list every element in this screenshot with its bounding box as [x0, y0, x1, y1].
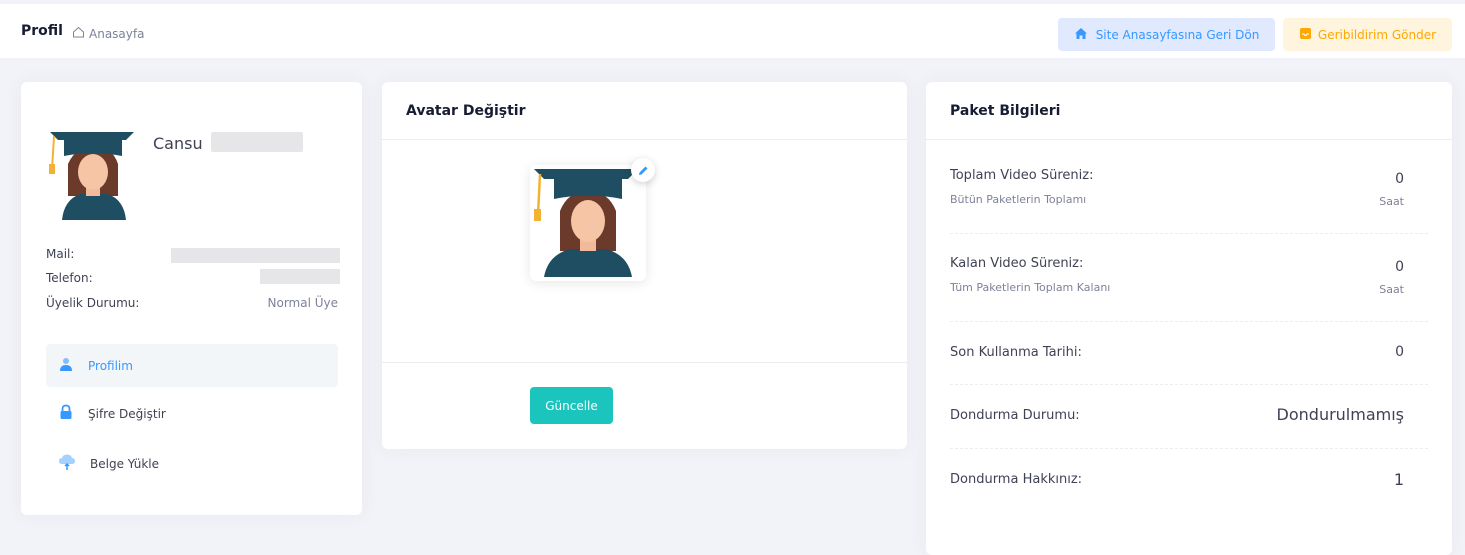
- page-title: Profil: [21, 23, 63, 39]
- phone-label: Telefon:: [46, 271, 93, 285]
- row-divider: [950, 233, 1428, 234]
- edit-avatar-button[interactable]: [631, 158, 655, 182]
- user-name: Cansu: [153, 134, 203, 153]
- redacted-mail-value: [171, 248, 340, 263]
- total-video-value: 0: [1395, 171, 1404, 187]
- card-divider: [382, 362, 907, 363]
- freeze-status-value: Dondurulmamış: [1276, 405, 1404, 424]
- nav-item-label: Şifre Değiştir: [88, 406, 166, 421]
- home-icon: [72, 26, 85, 41]
- card-header: Paket Bilgileri: [926, 82, 1452, 140]
- nav-item-label: Profilim: [88, 358, 133, 373]
- subheader: Profil Anasayfa Site Anasayfasına Geri D…: [0, 0, 1465, 58]
- remaining-video-label: Kalan Video Süreniz:: [950, 256, 1084, 271]
- lock-icon: [58, 404, 74, 423]
- redacted-phone-value: [260, 269, 340, 284]
- mail-label: Mail:: [46, 247, 75, 261]
- home-icon: [1074, 27, 1088, 43]
- membership-value: Normal Üye: [267, 296, 339, 310]
- nav-item-label: Belge Yükle: [90, 456, 159, 471]
- row-divider: [950, 384, 1428, 385]
- inbox-icon: [1299, 27, 1312, 43]
- remaining-video-value: 0: [1395, 259, 1404, 275]
- expiry-date-label: Son Kullanma Tarihi:: [950, 345, 1082, 360]
- nav-item-change-password[interactable]: Şifre Değiştir: [46, 392, 338, 435]
- total-video-unit: Saat: [1379, 195, 1404, 208]
- nav-item-upload-document[interactable]: Belge Yükle: [46, 442, 338, 485]
- site-home-button[interactable]: Site Anasayfasına Geri Dön: [1058, 18, 1275, 51]
- remaining-video-sublabel: Tüm Paketlerin Toplam Kalanı: [950, 281, 1111, 294]
- package-info-card: Paket Bilgileri Toplam Video Süreniz: Bü…: [926, 82, 1452, 555]
- freeze-right-label: Dondurma Hakkınız:: [950, 472, 1083, 487]
- breadcrumb[interactable]: Anasayfa: [72, 26, 144, 41]
- total-video-sublabel: Bütün Paketlerin Toplamı: [950, 193, 1087, 206]
- redacted-surname: [211, 132, 303, 152]
- update-button[interactable]: Güncelle: [530, 387, 613, 424]
- nav-item-profile[interactable]: Profilim: [46, 344, 338, 387]
- card-title: Avatar Değiştir: [406, 103, 526, 119]
- freeze-status-label: Dondurma Durumu:: [950, 408, 1080, 423]
- site-home-button-label: Site Anasayfasına Geri Dön: [1095, 27, 1260, 42]
- avatar-preview: [530, 165, 646, 281]
- profile-card: Cansu Mail: Telefon: Üyelik Durumu: Norm…: [21, 82, 362, 515]
- avatar-change-card: Avatar Değiştir Güncelle: [382, 82, 907, 449]
- card-header: Avatar Değiştir: [382, 82, 907, 140]
- card-title: Paket Bilgileri: [950, 103, 1061, 119]
- expiry-date-value: 0: [1395, 344, 1404, 360]
- row-divider: [950, 448, 1428, 449]
- remaining-video-unit: Saat: [1379, 283, 1404, 296]
- freeze-right-value: 1: [1393, 470, 1404, 489]
- row-divider: [950, 321, 1428, 322]
- cloud-upload-icon: [58, 453, 76, 474]
- total-video-label: Toplam Video Süreniz:: [950, 168, 1094, 183]
- feedback-button[interactable]: Geribildirim Gönder: [1283, 18, 1452, 51]
- avatar: [46, 128, 136, 220]
- membership-label: Üyelik Durumu:: [46, 296, 140, 310]
- breadcrumb-home-link[interactable]: Anasayfa: [89, 27, 144, 41]
- user-icon: [58, 356, 74, 375]
- pencil-icon: [638, 161, 649, 180]
- feedback-button-label: Geribildirim Gönder: [1317, 27, 1437, 42]
